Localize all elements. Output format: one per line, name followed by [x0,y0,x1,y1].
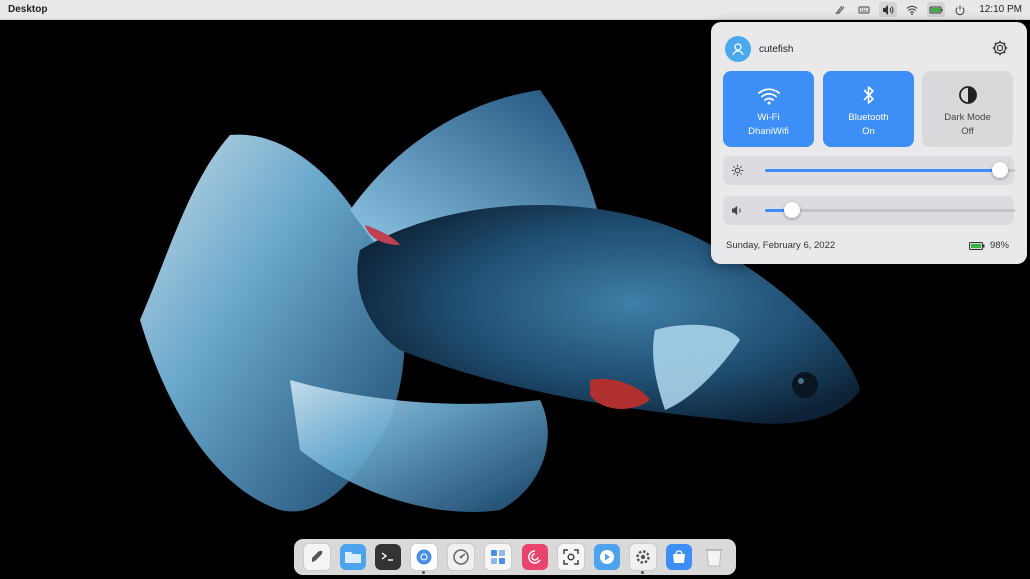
username: cutefish [759,43,794,55]
clock[interactable]: 12:10 PM [979,4,1022,15]
system-tray: 12:10 PM [831,0,1022,19]
terminal-icon[interactable] [374,544,401,570]
date-text: Sunday, February 6, 2022 [726,240,836,251]
volume-knob[interactable] [783,202,800,218]
bluetooth-icon [862,86,874,104]
wifi-label: Wi-Fi [757,112,780,123]
app-store-icon[interactable] [666,544,693,570]
volume-icon [732,205,741,216]
volume-slider[interactable] [765,202,1015,218]
volume-icon[interactable] [879,2,898,17]
dock [294,539,736,575]
power-icon[interactable] [951,2,969,17]
video-player-icon[interactable] [593,544,620,570]
wifi-icon [757,88,780,105]
wifi-icon[interactable] [903,2,921,17]
battery-percent: 98% [989,240,1009,251]
trash-icon[interactable] [701,544,727,570]
screenshot-icon[interactable] [556,543,585,571]
launcher-icon[interactable] [302,543,331,571]
dark-mode-status: Off [961,126,974,137]
bluetooth-status: On [862,126,875,137]
brightness-slider[interactable] [765,162,1015,178]
avatar [725,36,751,62]
battery-icon[interactable] [927,2,946,17]
settings-icon[interactable] [628,543,657,574]
running-indicator [422,571,426,574]
brightness-knob[interactable] [991,162,1008,178]
top-bar: Desktop 12:10 PM [0,0,1030,20]
system-monitor-icon[interactable] [447,543,476,571]
battery-icon [968,241,985,250]
battery-status: 98% [968,240,1009,251]
user-icon [732,43,744,56]
volume-slider-row [723,196,1015,225]
brightness-slider-row [723,156,1015,185]
bluetooth-tile[interactable]: Bluetooth On [823,71,914,147]
wifi-tile[interactable]: Wi-Fi DhaniWifi [723,71,814,147]
control-center-panel: cutefish Wi-Fi DhaniWifi Bluetooth On Da… [711,22,1027,264]
running-indicator [640,571,644,574]
files-icon[interactable] [339,544,366,570]
dark-mode-label: Dark Mode [944,112,991,123]
bluetooth-label: Bluetooth [848,112,889,123]
keyboard-icon[interactable] [855,2,873,17]
debian-icon[interactable] [521,544,548,570]
pen-icon[interactable] [831,2,849,17]
wifi-status: DhaniWifi [748,126,789,137]
brightness-icon [731,164,744,177]
calculator-icon[interactable] [484,543,513,571]
brightness-fill [765,169,1000,172]
user-info[interactable]: cutefish [725,36,793,62]
dark-mode-tile[interactable]: Dark Mode Off [922,71,1013,147]
dark-mode-icon [958,86,977,104]
gear-icon[interactable] [991,39,1009,57]
window-title: Desktop [8,4,48,15]
browser-icon[interactable] [410,543,439,574]
